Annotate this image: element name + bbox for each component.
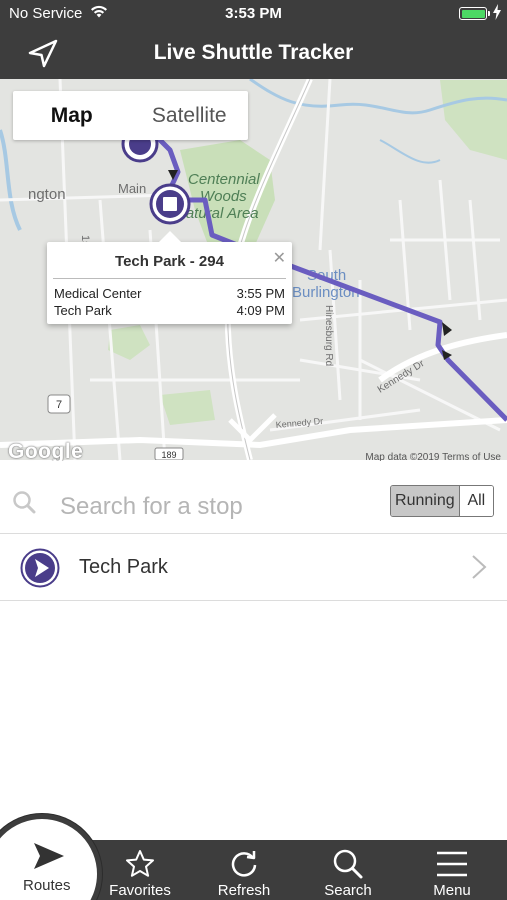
route-189-shield: 189: [161, 450, 176, 460]
running-filter-toggle: Running All: [390, 485, 494, 517]
direction-arrow-icon: [442, 322, 452, 336]
info-window-row: Medical Center 3:55 PM: [54, 286, 285, 301]
status-time: 3:53 PM: [225, 5, 282, 22]
tab-label: Favorites: [109, 882, 171, 899]
map-label-kennedy-2: Kennedy Dr: [275, 416, 323, 430]
close-icon[interactable]: ✕: [273, 248, 286, 268]
filter-all-button[interactable]: All: [459, 486, 493, 516]
stop-name: Tech Park: [54, 303, 112, 318]
chevron-right-icon: [472, 555, 487, 579]
tab-label: Refresh: [217, 882, 271, 899]
map-label-hinesburg: Hinesburg Rd: [323, 305, 334, 366]
map-label-centennial: Centennial: [188, 171, 260, 188]
search-icon: [13, 491, 36, 514]
menu-icon: [437, 851, 467, 877]
tab-label: Search: [324, 882, 372, 899]
stop-name: Medical Center: [54, 286, 142, 301]
battery-icon: [459, 7, 490, 20]
star-icon: [126, 850, 154, 877]
nav-bar: Live Shuttle Tracker: [0, 28, 507, 79]
map-type-satellite-button[interactable]: Satellite: [131, 91, 249, 140]
tab-refresh[interactable]: Refresh: [192, 840, 296, 900]
status-bar: No Service 3:53 PM: [0, 0, 507, 28]
list-item[interactable]: Tech Park: [0, 534, 507, 601]
play-icon: [34, 843, 64, 869]
tab-label: Routes: [23, 877, 71, 894]
map-label-main: Main: [118, 181, 146, 196]
stop-time: 3:55 PM: [236, 286, 285, 301]
info-window-title: Tech Park - 294: [115, 253, 224, 270]
tab-menu[interactable]: Menu: [400, 840, 504, 900]
tab-label: Menu: [433, 882, 471, 899]
info-window-divider: [53, 278, 286, 279]
refresh-icon: [231, 851, 257, 877]
shuttle-marker[interactable]: [149, 183, 191, 225]
search-icon: [333, 849, 363, 879]
search-input[interactable]: [60, 491, 380, 523]
play-circle-icon: [20, 548, 60, 588]
filter-running-button[interactable]: Running: [391, 486, 460, 516]
charging-bolt-icon: [493, 4, 501, 20]
shuttle-info-window[interactable]: Tech Park - 294 ✕ Medical Center 3:55 PM…: [47, 231, 292, 324]
tab-routes[interactable]: Routes: [0, 814, 102, 900]
tab-favorites[interactable]: Favorites: [88, 840, 192, 900]
route-label: Tech Park: [79, 556, 168, 578]
stop-time: 4:09 PM: [236, 303, 285, 318]
map-type-map-button[interactable]: Map: [13, 91, 131, 140]
info-window-row: Tech Park 4:09 PM: [54, 303, 285, 318]
tab-search[interactable]: Search: [296, 840, 400, 900]
map-label-ngton: ngton: [28, 186, 66, 203]
route-7-shield: 7: [56, 399, 62, 411]
page-title: Live Shuttle Tracker: [153, 41, 354, 64]
map-type-control: Map Satellite: [13, 91, 248, 140]
